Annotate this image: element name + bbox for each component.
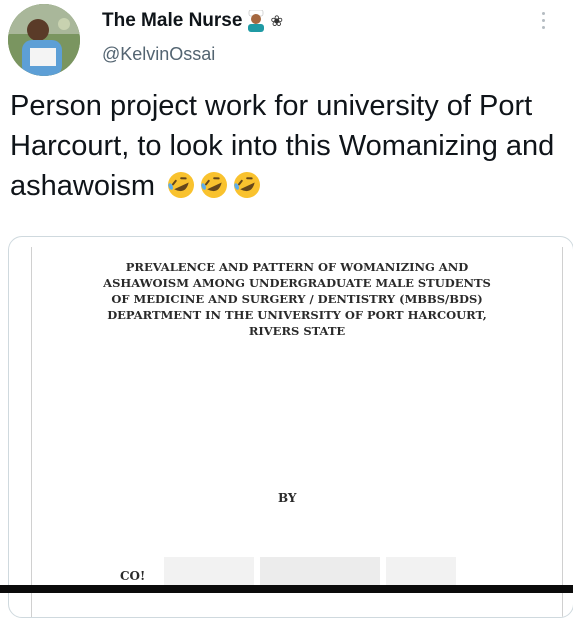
document-truncated-text: CO!	[120, 569, 146, 583]
rolling-laughing-emoji-icon	[234, 172, 261, 198]
more-options-icon[interactable]	[540, 12, 546, 29]
tweet-image-card[interactable]: PREVALENCE AND PATTERN OF WOMANIZING AND…	[8, 236, 573, 618]
document-title: PREVALENCE AND PATTERN OF WOMANIZING AND…	[103, 260, 491, 338]
tweet-body: Person project work for university of Po…	[10, 90, 555, 202]
author-handle[interactable]: @KelvinOssai	[102, 44, 215, 65]
author-name[interactable]: The Male Nurse	[102, 10, 242, 32]
rolling-laughing-emoji-icon	[168, 172, 195, 198]
document-page: PREVALENCE AND PATTERN OF WOMANIZING AND…	[31, 247, 563, 617]
avatar-image	[8, 4, 80, 76]
avatar[interactable]	[8, 4, 80, 76]
nurse-emoji-icon	[248, 10, 265, 32]
rolling-laughing-emoji-icon	[201, 172, 228, 198]
tweet-text: Person project work for university of Po…	[10, 86, 570, 206]
author-name-row[interactable]: The Male Nurse ❀	[102, 10, 283, 32]
bottom-bar	[0, 585, 573, 593]
flower-icon: ❀	[270, 13, 284, 30]
document-by-label: BY	[278, 491, 297, 505]
